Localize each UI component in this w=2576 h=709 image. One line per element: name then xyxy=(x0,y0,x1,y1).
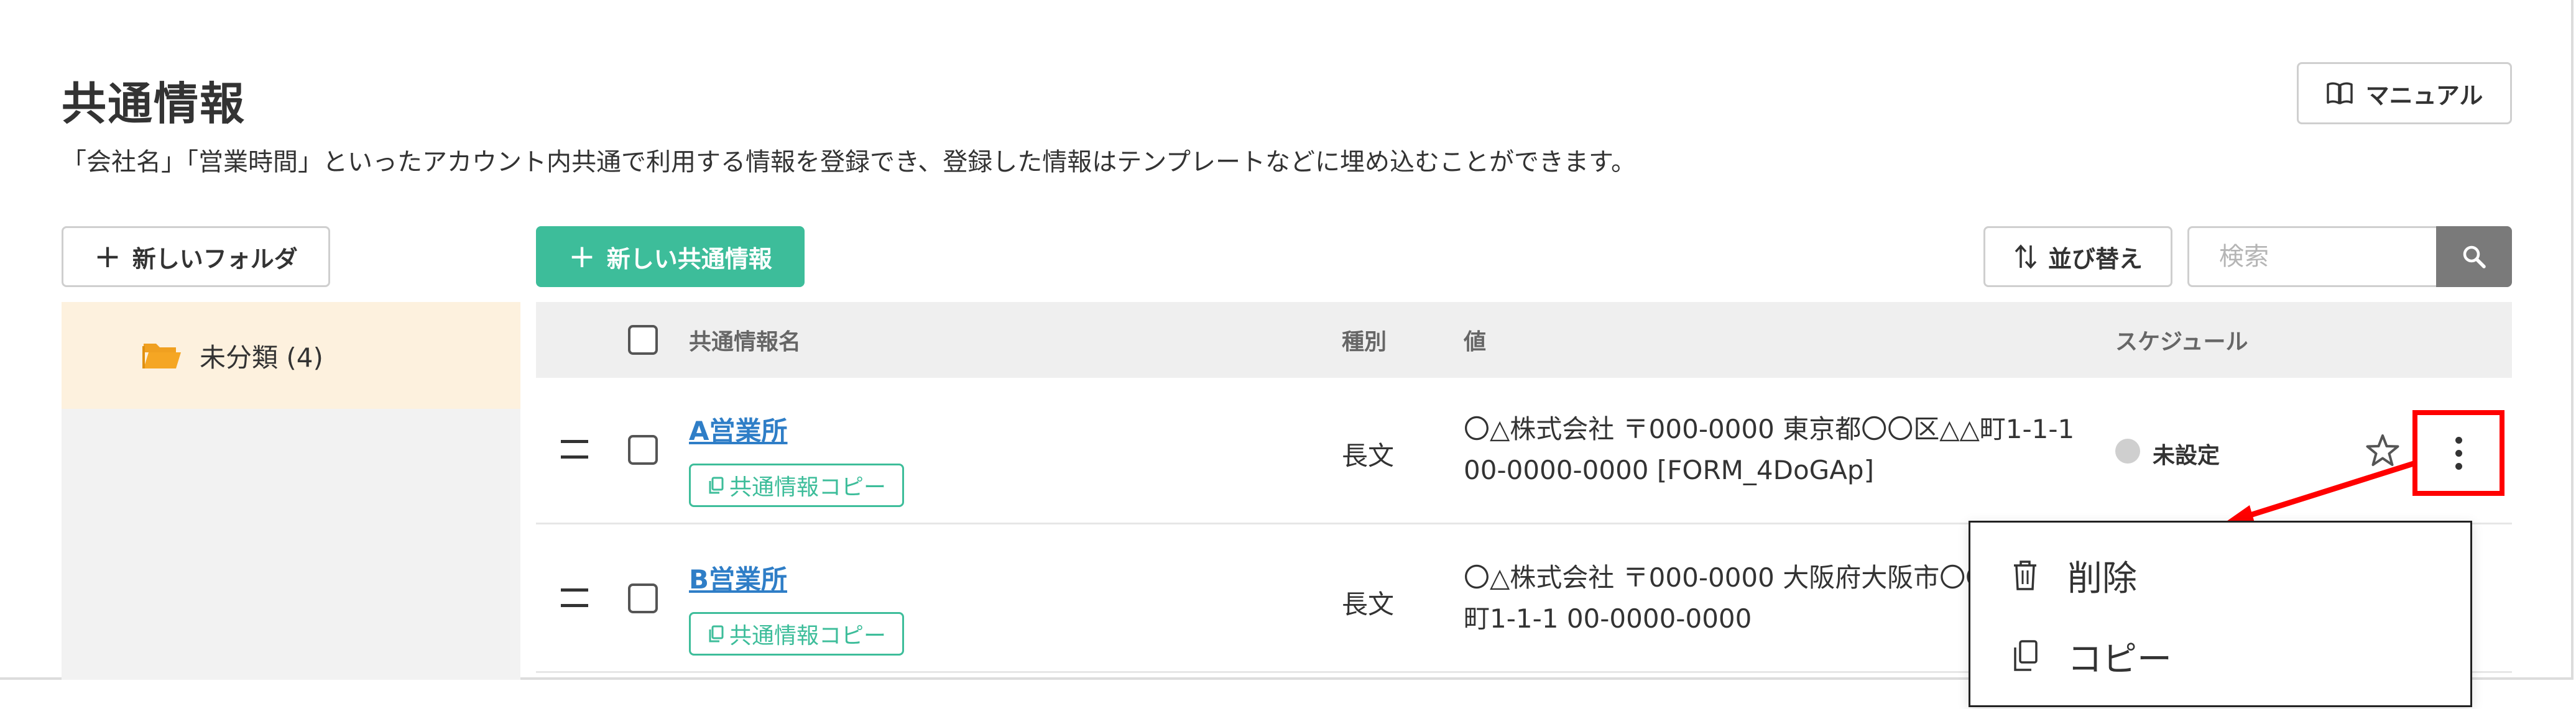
search-input[interactable] xyxy=(2187,226,2436,287)
row-name-link[interactable]: B営業所 xyxy=(689,559,787,597)
menu-item-label: 削除 xyxy=(2067,558,2137,599)
copy-common-info-button[interactable]: 共通情報コピー xyxy=(689,464,904,507)
sort-arrows-icon xyxy=(2015,244,2037,269)
book-icon xyxy=(2326,82,2353,104)
page-description: 「会社名」「営業時間」といったアカウント内共通で利用する情報を登録でき、登録した… xyxy=(62,148,1636,176)
more-vertical-icon xyxy=(2455,436,2462,470)
drag-handle-icon[interactable] xyxy=(561,588,588,607)
sort-button[interactable]: 並び替え xyxy=(1983,226,2172,287)
menu-item-delete[interactable]: 削除 xyxy=(1970,535,2474,616)
row-type: 長文 xyxy=(1342,589,1395,620)
new-common-info-button[interactable]: + 新しい共通情報 xyxy=(536,226,805,287)
row-value-line: 〇△株式会社 〒000-0000 東京都〇〇区△△町1-1-1 xyxy=(1464,414,2075,444)
annotation-arrow xyxy=(2225,460,2417,523)
row-checkbox[interactable] xyxy=(628,583,658,613)
schedule-status: 未設定 xyxy=(2153,443,2220,469)
header-name: 共通情報名 xyxy=(689,329,801,355)
table-header: 共通情報名 種別 値 スケジュール xyxy=(536,302,2512,378)
plus-icon: + xyxy=(568,238,596,275)
menu-item-copy[interactable]: コピー xyxy=(1970,616,2474,697)
search-button[interactable] xyxy=(2436,226,2512,287)
row-value: 〇△株式会社 〒000-0000 東京都〇〇区△△町1-1-1 00-0000-… xyxy=(1464,409,2085,491)
new-folder-button[interactable]: + 新しいフォルダ xyxy=(62,226,330,287)
trash-icon xyxy=(2014,560,2036,590)
copy-chip-label: 共通情報コピー xyxy=(729,475,886,500)
row-type: 長文 xyxy=(1342,441,1395,471)
manual-button[interactable]: マニュアル xyxy=(2297,62,2512,124)
search-icon xyxy=(2463,245,2486,268)
header-value: 値 xyxy=(1464,329,1487,355)
select-all-checkbox[interactable] xyxy=(628,325,658,355)
row-menu-button[interactable] xyxy=(2412,410,2504,496)
schedule-status-dot xyxy=(2115,439,2140,464)
copy-common-info-button[interactable]: 共通情報コピー xyxy=(689,612,904,656)
menu-item-label: コピー xyxy=(2067,639,2172,680)
row-name-link[interactable]: A営業所 xyxy=(689,410,788,448)
folder-item-label: 未分類 (4) xyxy=(200,342,323,373)
sort-button-label: 並び替え xyxy=(2047,245,2143,273)
manual-button-label: マニュアル xyxy=(2365,81,2483,109)
copy-icon xyxy=(2014,640,2038,671)
header-schedule: スケジュール xyxy=(2115,329,2248,355)
new-common-info-label: 新しい共通情報 xyxy=(606,245,772,273)
folder-item-uncategorized[interactable]: 未分類 (4) xyxy=(62,302,520,409)
row-value-line: 00-0000-0000 [FORM_4DoGAp] xyxy=(1464,455,1874,485)
page-title: 共通情報 xyxy=(62,78,246,130)
folder-sidebar: 未分類 (4) xyxy=(62,302,520,680)
row-context-menu: 削除 コピー xyxy=(1969,521,2472,707)
drag-handle-icon[interactable] xyxy=(561,440,588,459)
folder-open-icon xyxy=(142,344,181,368)
new-folder-label: 新しいフォルダ xyxy=(132,245,298,273)
copy-chip-label: 共通情報コピー xyxy=(729,623,886,649)
copy-icon xyxy=(709,625,724,643)
copy-icon xyxy=(709,477,724,494)
plus-icon: + xyxy=(94,238,121,275)
row-checkbox[interactable] xyxy=(628,435,658,465)
header-type: 種別 xyxy=(1342,329,1387,355)
